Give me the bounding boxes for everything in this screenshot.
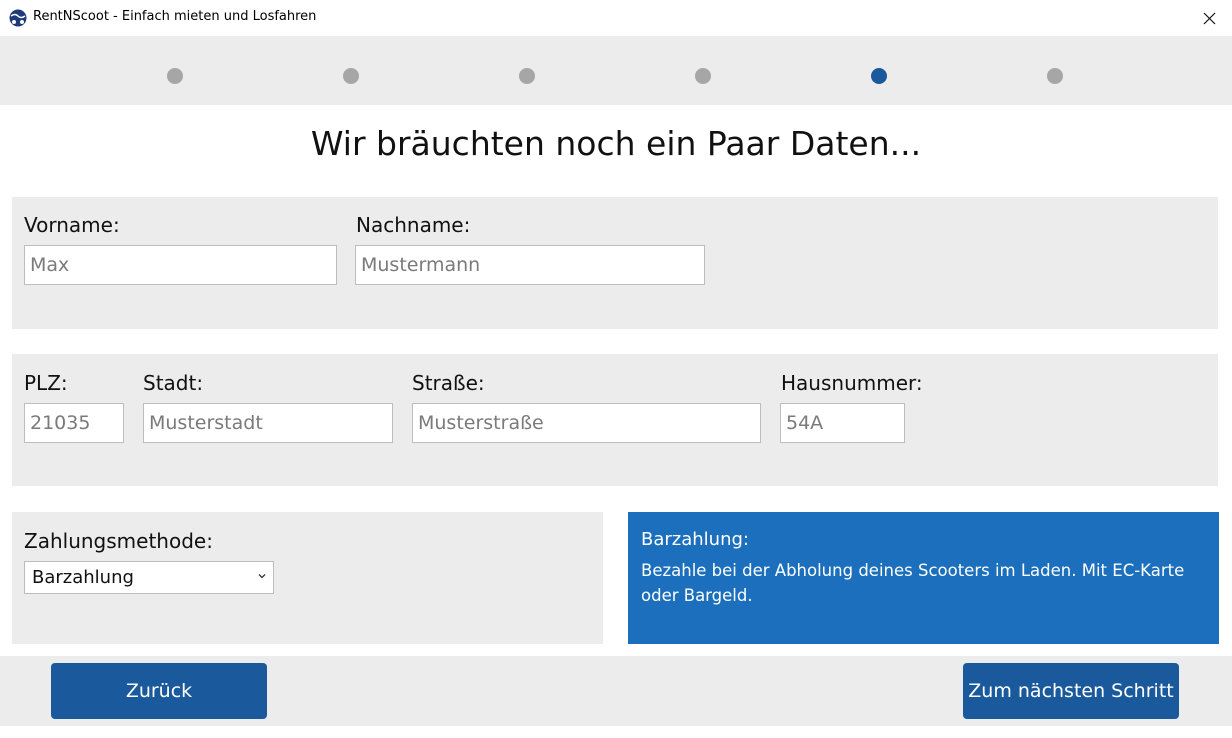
hausnummer-input[interactable]	[780, 403, 905, 443]
hausnummer-label: Hausnummer:	[781, 371, 923, 395]
window-title: RentNScoot - Einfach mieten und Losfahre…	[33, 9, 317, 24]
strasse-input[interactable]	[412, 403, 761, 443]
vorname-label: Vorname:	[24, 213, 120, 237]
progress-stepper	[0, 36, 1232, 105]
step-indicator-2	[343, 68, 359, 84]
payment-info-panel: Barzahlung: Bezahle bei der Abholung dei…	[628, 512, 1219, 644]
vorname-input[interactable]	[24, 245, 337, 285]
payment-method-select[interactable]: Barzahlung	[24, 561, 274, 594]
zahlungsmethode-label: Zahlungsmethode:	[24, 529, 213, 553]
strasse-label: Straße:	[412, 371, 485, 395]
plz-label: PLZ:	[24, 371, 68, 395]
title-bar: RentNScoot - Einfach mieten und Losfahre…	[0, 0, 1232, 36]
step-indicator-6	[1047, 68, 1063, 84]
next-step-button[interactable]: Zum nächsten Schritt	[963, 663, 1179, 719]
close-button[interactable]	[1186, 0, 1232, 36]
stadt-label: Stadt:	[143, 371, 204, 395]
payment-info-title: Barzahlung:	[641, 529, 749, 550]
footer-bar: Zurück Zum nächsten Schritt	[0, 656, 1232, 726]
page-title: Wir bräuchten noch ein Paar Daten...	[310, 124, 922, 163]
nachname-label: Nachname:	[356, 213, 471, 237]
nachname-input[interactable]	[355, 245, 705, 285]
scooter-globe-icon	[9, 9, 27, 27]
payment-method-selected-value: Barzahlung	[32, 567, 134, 588]
step-indicator-5-active	[871, 68, 887, 84]
step-indicator-3	[519, 68, 535, 84]
back-button[interactable]: Zurück	[51, 663, 267, 719]
chevron-down-icon	[258, 574, 266, 579]
payment-info-text: Bezahle bei der Abholung deines Scooters…	[641, 561, 1185, 605]
plz-input[interactable]	[24, 403, 124, 443]
step-indicator-1	[167, 68, 183, 84]
close-icon	[1203, 12, 1215, 24]
stadt-input[interactable]	[143, 403, 393, 443]
step-indicator-4	[695, 68, 711, 84]
